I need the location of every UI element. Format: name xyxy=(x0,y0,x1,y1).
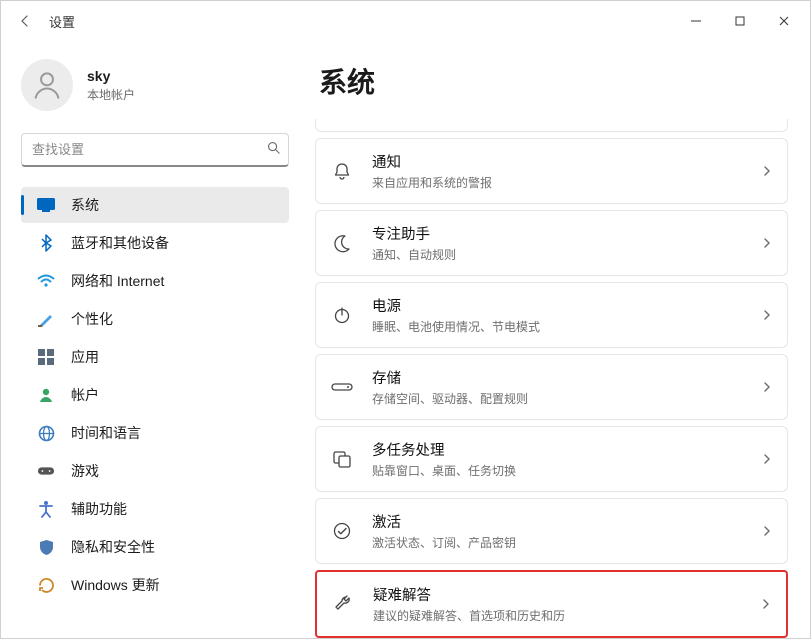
update-icon xyxy=(37,576,55,594)
gaming-icon xyxy=(37,462,55,480)
settings-card-multitask[interactable]: 多任务处理贴靠窗口、桌面、任务切换 xyxy=(315,426,788,492)
close-button[interactable] xyxy=(762,6,806,36)
search-box xyxy=(21,133,289,167)
sidebar-item-update[interactable]: Windows 更新 xyxy=(21,567,289,603)
back-button[interactable] xyxy=(9,5,41,37)
sidebar-item-time-language[interactable]: 时间和语言 xyxy=(21,415,289,451)
system-icon xyxy=(37,196,55,214)
card-subtitle: 通知、自动规则 xyxy=(372,246,456,263)
card-subtitle: 建议的疑难解答、首选项和历史和历 xyxy=(373,607,565,624)
settings-card-power[interactable]: 电源睡眠、电池使用情况、节电模式 xyxy=(315,282,788,348)
previous-card-edge xyxy=(315,119,788,132)
settings-card-moon[interactable]: 专注助手通知、自动规则 xyxy=(315,210,788,276)
sidebar-item-label: 应用 xyxy=(71,347,99,367)
window-controls xyxy=(674,6,806,36)
settings-card-bell[interactable]: 通知来自应用和系统的警报 xyxy=(315,138,788,204)
settings-window: 设置 sky xyxy=(0,0,811,639)
storage-icon xyxy=(330,375,354,399)
sidebar-item-label: Windows 更新 xyxy=(71,575,160,595)
search-input[interactable] xyxy=(21,133,289,167)
chevron-right-icon xyxy=(761,237,773,249)
power-icon xyxy=(330,303,354,327)
chevron-right-icon xyxy=(761,165,773,177)
chevron-right-icon xyxy=(761,453,773,465)
sidebar-item-gaming[interactable]: 游戏 xyxy=(21,453,289,489)
sidebar-item-accessibility[interactable]: 辅助功能 xyxy=(21,491,289,527)
page-title: 系统 xyxy=(319,61,788,101)
wifi-icon xyxy=(37,272,55,290)
sidebar-item-label: 个性化 xyxy=(71,309,113,329)
card-title: 专注助手 xyxy=(372,223,456,244)
sidebar-item-label: 网络和 Internet xyxy=(71,271,164,291)
profile-name: sky xyxy=(87,68,135,84)
sidebar-item-wifi[interactable]: 网络和 Internet xyxy=(21,263,289,299)
content-area: 系统 通知来自应用和系统的警报专注助手通知、自动规则电源睡眠、电池使用情况、节电… xyxy=(301,41,810,638)
settings-card-trouble[interactable]: 疑难解答建议的疑难解答、首选项和历史和历 xyxy=(315,570,788,638)
sidebar-item-label: 系统 xyxy=(71,195,99,215)
card-title: 激活 xyxy=(372,511,516,532)
sidebar-item-personalization[interactable]: 个性化 xyxy=(21,301,289,337)
chevron-right-icon xyxy=(761,525,773,537)
search-icon xyxy=(266,140,281,160)
sidebar-item-privacy[interactable]: 隐私和安全性 xyxy=(21,529,289,565)
settings-card-activate[interactable]: 激活激活状态、订阅、产品密钥 xyxy=(315,498,788,564)
sidebar-item-label: 隐私和安全性 xyxy=(71,537,155,557)
multitask-icon xyxy=(330,447,354,471)
minimize-button[interactable] xyxy=(674,6,718,36)
profile-account-type: 本地帐户 xyxy=(87,86,135,103)
sidebar-item-label: 帐户 xyxy=(71,385,99,405)
maximize-button[interactable] xyxy=(718,6,762,36)
time-language-icon xyxy=(37,424,55,442)
privacy-icon xyxy=(37,538,55,556)
sidebar-item-bluetooth[interactable]: 蓝牙和其他设备 xyxy=(21,225,289,261)
activate-icon xyxy=(330,519,354,543)
sidebar-item-label: 辅助功能 xyxy=(71,499,127,519)
sidebar-item-label: 时间和语言 xyxy=(71,423,141,443)
sidebar-item-label: 游戏 xyxy=(71,461,99,481)
card-subtitle: 激活状态、订阅、产品密钥 xyxy=(372,534,516,551)
moon-icon xyxy=(330,231,354,255)
accessibility-icon xyxy=(37,500,55,518)
card-subtitle: 贴靠窗口、桌面、任务切换 xyxy=(372,462,516,479)
settings-card-list: 通知来自应用和系统的警报专注助手通知、自动规则电源睡眠、电池使用情况、节电模式存… xyxy=(315,119,788,638)
profile-block[interactable]: sky 本地帐户 xyxy=(21,59,289,111)
card-title: 多任务处理 xyxy=(372,439,516,460)
sidebar-item-label: 蓝牙和其他设备 xyxy=(71,233,169,253)
card-title: 电源 xyxy=(372,295,540,316)
card-subtitle: 存储空间、驱动器、配置规则 xyxy=(372,390,528,407)
sidebar-item-apps[interactable]: 应用 xyxy=(21,339,289,375)
card-title: 存储 xyxy=(372,367,528,388)
chevron-right-icon xyxy=(760,598,772,610)
card-subtitle: 来自应用和系统的警报 xyxy=(372,174,492,191)
bluetooth-icon xyxy=(37,234,55,252)
bell-icon xyxy=(330,159,354,183)
sidebar-item-system[interactable]: 系统 xyxy=(21,187,289,223)
chevron-right-icon xyxy=(761,309,773,321)
personalization-icon xyxy=(37,310,55,328)
settings-card-storage[interactable]: 存储存储空间、驱动器、配置规则 xyxy=(315,354,788,420)
card-title: 通知 xyxy=(372,151,492,172)
avatar xyxy=(21,59,73,111)
sidebar: sky 本地帐户 系统蓝牙和其他设备网络和 Internet 个性化应用帐户时间和… xyxy=(1,41,301,638)
chevron-right-icon xyxy=(761,381,773,393)
sidebar-nav: 系统蓝牙和其他设备网络和 Internet 个性化应用帐户时间和语言游戏辅助功能隐… xyxy=(21,187,289,603)
card-title: 疑难解答 xyxy=(373,584,565,605)
titlebar: 设置 xyxy=(1,1,810,41)
apps-icon xyxy=(37,348,55,366)
window-title: 设置 xyxy=(49,12,75,31)
sidebar-item-accounts[interactable]: 帐户 xyxy=(21,377,289,413)
card-subtitle: 睡眠、电池使用情况、节电模式 xyxy=(372,318,540,335)
accounts-icon xyxy=(37,386,55,404)
trouble-icon xyxy=(331,592,355,616)
